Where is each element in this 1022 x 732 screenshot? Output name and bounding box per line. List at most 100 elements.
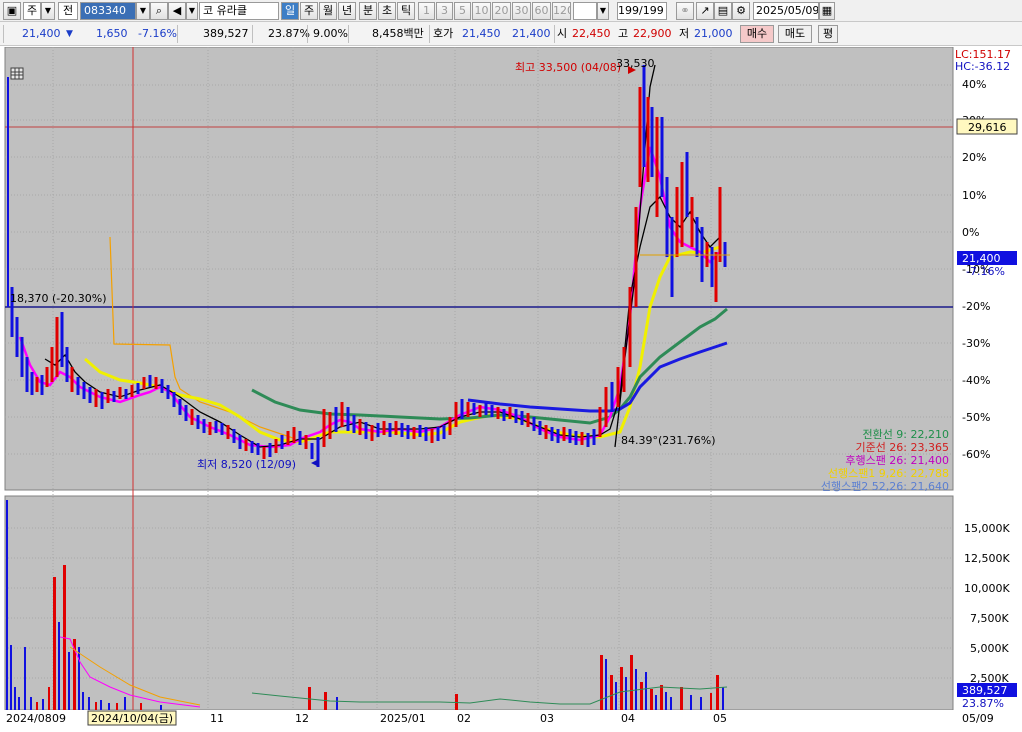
legend-conversion: 전환선 9: 22,210 [862,428,949,441]
step-dropdown-icon[interactable]: ▼ [597,2,609,20]
legend-base: 기준선 26: 23,365 [855,441,949,454]
turnover-pct: 23.87% [268,27,310,40]
evaluate-button[interactable]: 평 [818,25,838,43]
xlabel-cursor-date: 2024/10/04(금) [91,712,173,725]
step-5-button[interactable]: 5 [454,2,471,20]
legend-leading1: 선행스팬1 9,26: 22,788 [828,467,949,480]
down-arrow-icon: ▼ [66,29,73,39]
quote-divider [307,25,308,43]
period-day-button[interactable]: 일 [281,2,299,20]
stock-name-field[interactable]: 코 유라클 [199,2,279,20]
data-table-icon[interactable] [10,67,24,80]
high-label: 고 [618,27,629,40]
code-dropdown-icon[interactable]: ▼ [136,2,150,20]
settings-gear-icon[interactable]: ⚙ [732,2,750,20]
type-label: 전 [62,4,74,17]
hc-label: HC:-36.12 [955,60,1010,73]
current-pct-tag: -7.16% [966,265,1005,278]
period-tick-button[interactable]: 틱 [397,2,415,20]
price-marker-label: 29,616 [968,121,1007,134]
vtick-12500: 12,500K [964,552,1010,565]
current-price-tag: 21,400 [962,252,1001,265]
step-3-button[interactable]: 3 [436,2,453,20]
step-custom-input[interactable] [573,2,597,20]
open-label: 시 [557,27,568,40]
volume-pct-tag: 23.87% [962,697,1004,710]
xlabel-05-09: 05/09 [962,712,994,725]
vtick-7500: 7,500K [970,612,1009,625]
search-icon[interactable]: ⌕ [150,2,168,20]
xlabel-04: 04 [621,712,635,725]
step-60-button[interactable]: 60 [532,2,551,20]
xlabel-12: 12 [295,712,309,725]
period-month-button[interactable]: 월 [319,2,337,20]
window-menu-icon[interactable]: ▣ [3,2,21,20]
xlabel-05: 05 [713,712,727,725]
market-select[interactable]: 주 [23,2,41,20]
step-20-button[interactable]: 20 [492,2,511,20]
sell-button[interactable]: 매도 [778,25,812,43]
stock-code-input[interactable]: 083340 [80,2,136,20]
xlabel-11: 11 [210,712,224,725]
ratio-pct: 9.00% [313,27,348,40]
xlabel-2025-01: 2025/01 [380,712,426,725]
high-peak-label: 33,530 [616,57,655,70]
trade-amount: 8,458백만 [372,27,424,40]
trend-icon[interactable]: ↗ [696,2,714,20]
low-price: 21,000 [694,27,733,40]
calendar-icon[interactable]: ▦ [819,2,835,20]
tick-m60: -60% [962,448,990,461]
step-30-button[interactable]: 30 [512,2,531,20]
market-dropdown-icon[interactable]: ▼ [41,2,55,20]
period-week-button[interactable]: 주 [300,2,318,20]
type-select[interactable]: 전 [58,2,78,20]
legend-leading2: 선행스팬2 52,26: 21,640 [821,480,949,493]
low-label: 저 [679,27,690,40]
quote-divider [554,25,555,43]
step-1-button[interactable]: 1 [418,2,435,20]
price-change-pct: -7.16% [138,27,177,40]
high-note: 최고 33,500 (04/08) [515,61,621,74]
speaker-dropdown-icon[interactable]: ▼ [186,2,198,20]
date-field[interactable]: 2025/05/09 [753,2,819,20]
link-icon[interactable]: ⚭ [676,2,694,20]
period-year-button[interactable]: 년 [338,2,356,20]
tick-40: 40% [962,78,986,91]
tick-m30: -30% [962,337,990,350]
vtick-15000: 15,000K [964,522,1010,535]
price-marker-box: 29,616 [956,118,1018,135]
xlabel-02: 02 [457,712,471,725]
tick-0: 0% [962,226,979,239]
tick-20: 20% [962,151,986,164]
left-note: 18,370 (-20.30%) [10,292,106,305]
period-minute-button[interactable]: 분 [359,2,377,20]
quote-bar: 21,400 ▼ 1,650 -7.16% 389,527 23.87% 9.0… [0,22,1022,46]
step-120-button[interactable]: 120 [552,2,571,20]
high-price: 22,900 [633,27,672,40]
stock-market-prefix: 코 [203,4,214,17]
buy-button[interactable]: 매수 [740,25,774,43]
save-icon[interactable]: ▤ [714,2,732,20]
period-second-button[interactable]: 초 [378,2,396,20]
xlabel-09: 09 [52,712,66,725]
legend-lagging: 후행스팬 26: 21,400 [845,454,949,467]
current-price: 21,400 [22,27,61,40]
price-change: 1,650 [96,27,128,40]
chart-area[interactable]: 18,370 (-20.30%) 최고 33,500 (04/08) 33,53… [0,46,1022,732]
vtick-5000: 5,000K [970,642,1009,655]
quote-divider [3,25,4,43]
quote-divider [429,25,430,43]
tick-m40: -40% [962,374,990,387]
speaker-icon[interactable]: ◀ [168,2,186,20]
quote-divider [177,25,178,43]
data-count-field[interactable]: 199/199 [617,2,667,20]
tick-10: 10% [962,189,986,202]
vtick-10000: 10,000K [964,582,1010,595]
xlabel-2024-08: 2024/08 [6,712,52,725]
bid-price: 21,400 [512,27,551,40]
open-price: 22,450 [572,27,611,40]
quote-divider [348,25,349,43]
step-10-button[interactable]: 10 [472,2,491,20]
toolbar-top: ▣ 주 ▼ 전 083340 ▼ ⌕ ◀ ▼ 코 유라클 일 주 월 년 분 초… [0,0,1022,22]
low-note: 최저 8,520 (12/09) [197,458,296,471]
